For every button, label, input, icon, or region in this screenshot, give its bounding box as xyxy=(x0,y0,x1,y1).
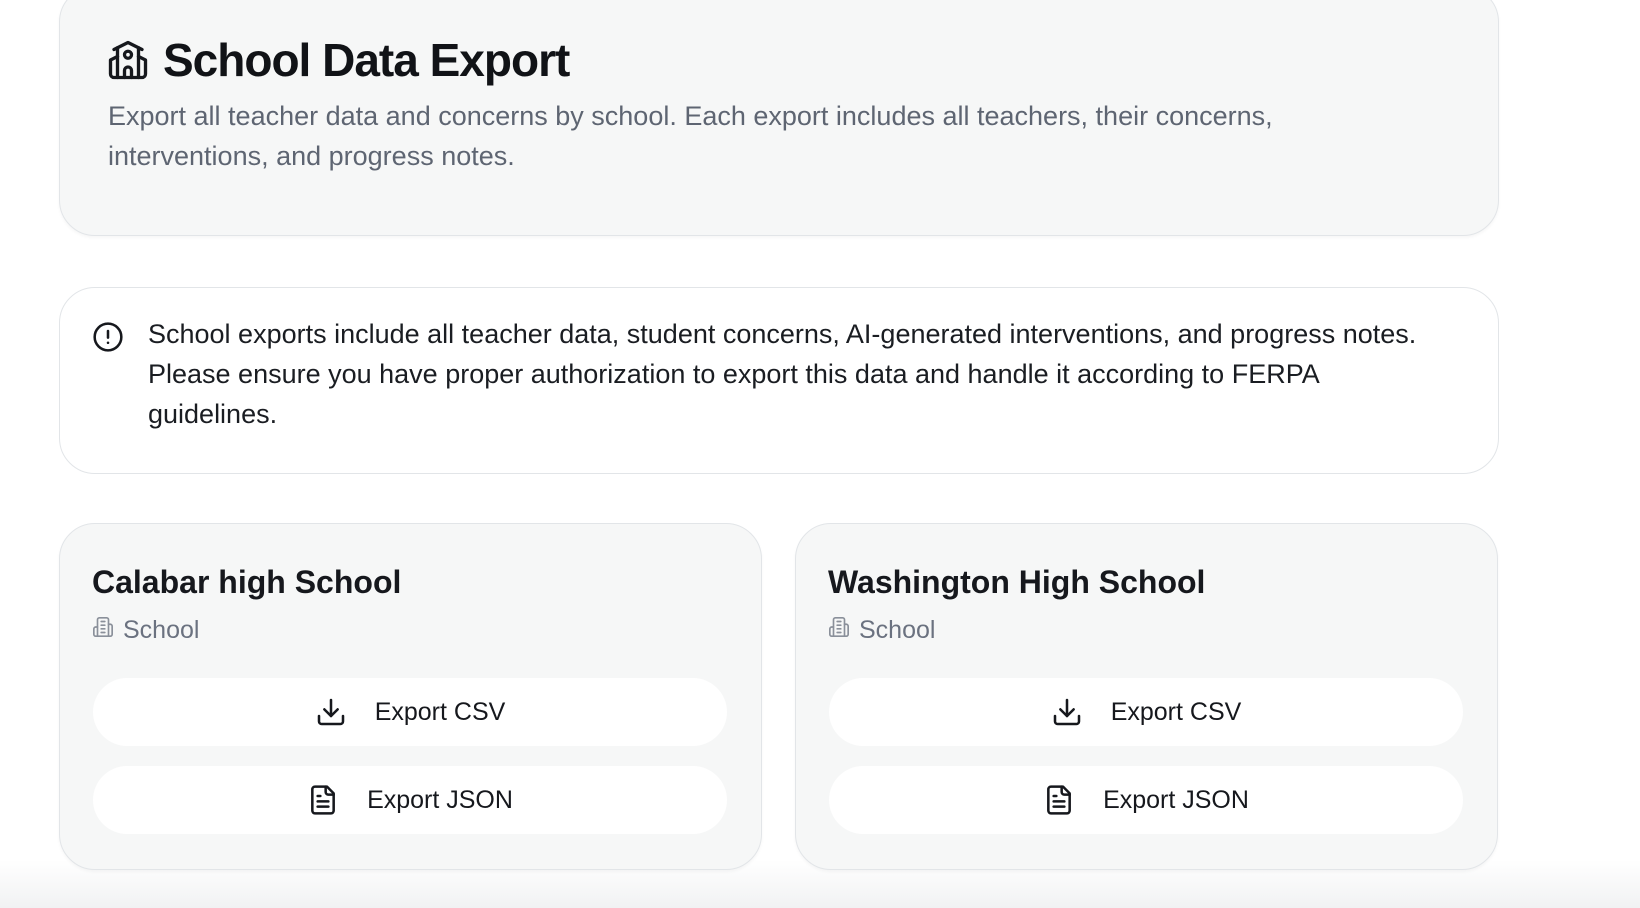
file-text-icon xyxy=(307,784,339,816)
export-json-label: Export JSON xyxy=(367,785,513,814)
school-name: Calabar high School xyxy=(92,564,402,600)
alert-circle-icon xyxy=(92,321,124,358)
export-csv-button[interactable]: Export CSV xyxy=(93,678,727,746)
page-description: Export all teacher data and concerns by … xyxy=(108,101,1273,171)
school-name: Washington High School xyxy=(828,564,1206,600)
school-type: School xyxy=(92,616,199,645)
download-icon xyxy=(1051,696,1083,728)
school-data-export-page: School Data Export Export all teacher da… xyxy=(0,0,1640,908)
school-card: Washington High School School Export CSV… xyxy=(795,523,1498,870)
export-csv-button[interactable]: Export CSV xyxy=(829,678,1463,746)
school-card: Calabar high School School Export CSV Ex… xyxy=(59,523,762,870)
page-title: School Data Export xyxy=(163,34,570,86)
download-icon xyxy=(315,696,347,728)
header-card: School Data Export Export all teacher da… xyxy=(59,0,1499,236)
ferpa-alert: School exports include all teacher data,… xyxy=(59,287,1499,474)
export-json-label: Export JSON xyxy=(1103,785,1249,814)
title-row: School Data Export xyxy=(107,32,570,88)
export-json-button[interactable]: Export JSON xyxy=(829,766,1463,834)
building-icon xyxy=(92,616,114,645)
school-type-label: School xyxy=(859,616,936,644)
file-text-icon xyxy=(1043,784,1075,816)
building-icon xyxy=(828,616,850,645)
school-icon xyxy=(107,39,149,81)
alert-text: School exports include all teacher data,… xyxy=(148,319,1417,429)
export-csv-label: Export CSV xyxy=(374,697,506,726)
school-type-label: School xyxy=(123,616,200,644)
export-json-button[interactable]: Export JSON xyxy=(93,766,727,834)
export-csv-label: Export CSV xyxy=(1110,697,1242,726)
school-type: School xyxy=(828,616,935,645)
